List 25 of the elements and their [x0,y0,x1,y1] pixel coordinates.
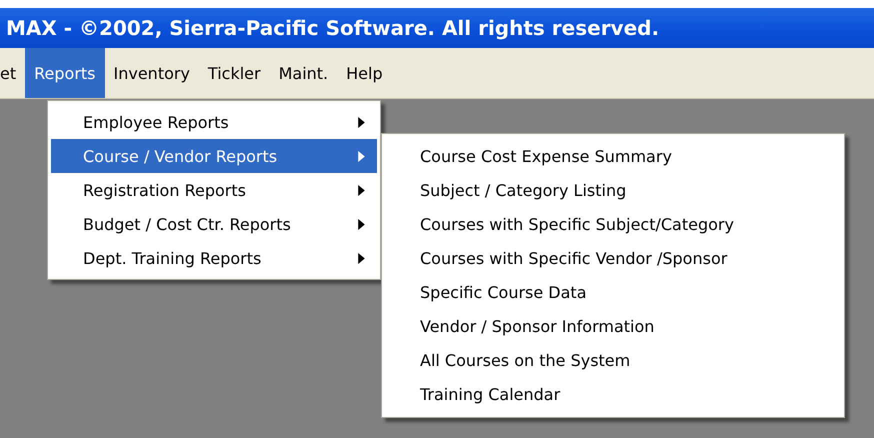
menu-item[interactable]: et [0,48,26,98]
menu-item[interactable]: Employee Reports [51,105,377,139]
menu-item[interactable]: Tickler [198,48,270,98]
menu-item[interactable]: Budget / Cost Ctr. Reports [51,207,377,241]
menu-item-label: Dept. Training Reports [83,248,262,268]
menu-item-label: Employee Reports [83,112,229,132]
menu-item-label: Registration Reports [83,180,246,200]
menu-item[interactable]: Course / Vendor Reports [51,139,377,173]
menu-item[interactable]: Inventory [104,48,199,98]
menu-item[interactable]: All Courses on the System [382,343,844,377]
menu-item[interactable]: Specific Course Data [382,275,844,309]
menu-item[interactable]: Dept. Training Reports [51,241,377,275]
menu-item[interactable]: Registration Reports [51,173,377,207]
menu-item[interactable]: Maint. [270,48,338,98]
menu-item[interactable]: Courses with Specific Vendor /Sponsor [382,241,844,275]
menu-item[interactable]: Vendor / Sponsor Information [382,309,844,343]
menu-item[interactable]: Subject / Category Listing [382,173,844,207]
menu-item[interactable]: Training Calendar [382,377,844,411]
menu-item[interactable]: Reports [25,48,104,98]
window-title: MAX - ©2002, Sierra-Pacific Software. All rights reserved. [6,16,660,40]
menu-item[interactable]: Course Cost Expense Summary [382,139,844,173]
menu-item-label: Course / Vendor Reports [83,146,278,166]
menu-item[interactable]: Courses with Specific Subject/Category [382,207,844,241]
menu-item-label: Budget / Cost Ctr. Reports [83,214,291,234]
menu-item[interactable]: Help [337,48,392,98]
